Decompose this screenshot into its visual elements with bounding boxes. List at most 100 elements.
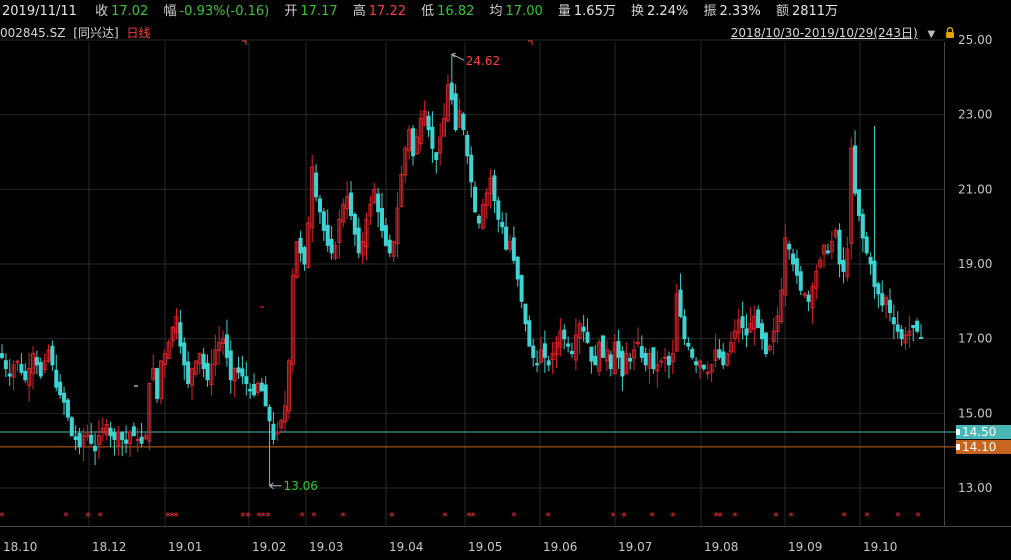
event-star-icon[interactable]: * — [670, 510, 676, 523]
event-star-icon[interactable]: * — [311, 510, 317, 523]
candle-body — [430, 126, 435, 149]
candle-body — [236, 367, 241, 373]
event-star-icon[interactable]: * — [511, 510, 517, 523]
event-star-icon[interactable]: * — [773, 510, 779, 523]
event-star-icon[interactable]: * — [470, 510, 476, 523]
event-star-icon[interactable]: * — [610, 510, 616, 523]
candle-body — [58, 381, 63, 396]
candle-body — [465, 134, 470, 157]
event-star-icon[interactable]: * — [732, 510, 738, 523]
event-star-icon[interactable]: * — [97, 510, 103, 523]
quote-date: 2019/11/11 — [2, 4, 77, 19]
candle-body — [853, 145, 858, 194]
event-star-icon[interactable]: * — [717, 510, 723, 523]
candle-body — [659, 360, 664, 363]
candle-body — [763, 332, 768, 355]
candle-body — [895, 324, 900, 332]
candle-body — [531, 345, 536, 358]
event-star-icon[interactable]: * — [649, 510, 655, 523]
candle-body — [476, 215, 481, 224]
candle-body — [856, 189, 861, 216]
y-tick-label: 23.00 — [958, 108, 992, 122]
event-star-icon[interactable]: * — [788, 510, 794, 523]
candle-body — [252, 384, 257, 396]
candle-body — [682, 316, 687, 340]
event-star-icon[interactable]: * — [299, 510, 305, 523]
candle-body — [717, 349, 722, 358]
candle-body — [228, 350, 233, 381]
event-star-icon[interactable]: * — [245, 510, 251, 523]
candle-body — [376, 193, 381, 213]
candle-body — [593, 355, 598, 366]
candle-body — [744, 328, 749, 336]
price-line-tag-notch — [956, 429, 960, 435]
dropdown-triangle-icon[interactable]: ▼ — [927, 26, 935, 44]
event-star-icon[interactable]: * — [621, 510, 627, 523]
date-range-text[interactable]: 2018/10/30-2019/10/29(243日) — [731, 26, 918, 40]
candle-body — [314, 172, 319, 198]
candle-body — [248, 388, 253, 392]
candle-body — [356, 227, 361, 254]
close-value: 17.02 — [111, 4, 149, 19]
candle-body — [887, 299, 892, 314]
candle-body — [880, 293, 885, 306]
event-star-icon[interactable]: * — [85, 510, 91, 523]
event-star-icon[interactable]: * — [340, 510, 346, 523]
candle-body — [135, 438, 140, 441]
event-star-icon[interactable]: * — [915, 510, 921, 523]
event-star-icon[interactable]: * — [63, 510, 69, 523]
candle-body — [915, 320, 920, 332]
period-label[interactable]: 日线 — [127, 26, 151, 40]
candle-body — [535, 363, 540, 366]
candle-body — [585, 332, 590, 343]
candle-body — [837, 229, 842, 265]
quote-info-bar: 2019/11/11 收 17.02 幅 -0.93%(-0.16) 开 17.17 … — [0, 0, 1011, 24]
event-star-icon[interactable]: * — [173, 510, 179, 523]
candle-body — [542, 343, 547, 358]
candle-body — [566, 343, 571, 347]
candle-body — [267, 406, 272, 422]
candle-body — [694, 361, 699, 366]
event-star-icon[interactable]: * — [442, 510, 448, 523]
candle-body — [108, 427, 113, 437]
turnover-label: 换 — [631, 4, 645, 19]
candle-body — [34, 357, 39, 366]
candle-body — [65, 399, 70, 418]
amount-label: 额 — [775, 4, 789, 19]
candle-body — [38, 362, 43, 377]
candle-body — [496, 200, 501, 220]
event-star-icon[interactable]: * — [389, 510, 395, 523]
high-value: 17.22 — [368, 4, 406, 19]
candle-body — [651, 347, 656, 370]
candle-body — [77, 433, 82, 448]
candle-body — [244, 376, 249, 384]
high-label: 高 — [352, 4, 366, 19]
candle-body — [259, 382, 264, 392]
date-range-selector[interactable]: 2018/10/30-2019/10/29(243日) ▼ — [731, 24, 955, 44]
chart-grid — [0, 39, 1011, 527]
lock-icon[interactable] — [945, 27, 955, 38]
candle-body — [589, 346, 594, 362]
candle-body — [302, 247, 307, 265]
candle-body — [120, 432, 125, 440]
candle-body — [348, 192, 353, 216]
event-star-icon[interactable]: * — [545, 510, 551, 523]
event-star-icon[interactable]: * — [265, 510, 271, 523]
event-star-icon[interactable]: * — [895, 510, 901, 523]
event-star-icon[interactable]: * — [0, 510, 5, 523]
candle-body — [298, 237, 303, 254]
candle-body — [806, 294, 811, 302]
candle-body — [411, 128, 416, 157]
candle-body — [919, 337, 923, 340]
event-star-icon[interactable]: * — [864, 510, 870, 523]
price-line-label: 14.50 — [962, 425, 996, 439]
avg-label: 均 — [489, 4, 503, 19]
change-label: 幅 — [163, 4, 177, 19]
candle-body — [3, 360, 8, 370]
x-tick-label: 19.05 — [468, 540, 502, 554]
event-star-icon[interactable]: * — [841, 510, 847, 523]
open-label: 开 — [284, 4, 298, 19]
x-tick-label: 19.01 — [168, 540, 202, 554]
avg-value: 17.00 — [505, 4, 543, 19]
candle-body — [7, 373, 12, 377]
